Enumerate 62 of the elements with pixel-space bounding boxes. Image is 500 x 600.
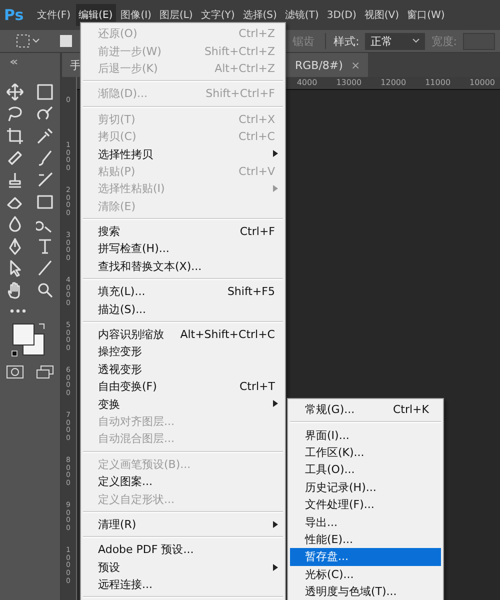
menu-item[interactable]: 光标(C)... [288, 566, 443, 583]
menu-item[interactable]: 变换 [81, 395, 285, 413]
menu-item[interactable]: 常规(G)... Ctrl+K [288, 401, 443, 418]
menu-item[interactable]: 描边(S)... [81, 300, 285, 318]
search-icon[interactable] [36, 281, 54, 299]
move-icon[interactable] [6, 83, 24, 101]
menu-item[interactable]: 自由变换(F) Ctrl+T [81, 378, 285, 396]
menu-item[interactable]: 定义图案... [81, 472, 285, 490]
quick-mask-icon[interactable] [6, 365, 24, 379]
menu-item[interactable]: 透明度与色域(T)... [288, 582, 443, 600]
menu-item[interactable]: 操控变形 [81, 343, 285, 361]
menu-item[interactable]: 文件(F) [34, 4, 74, 26]
menu-item[interactable]: 选择(S) [240, 4, 280, 26]
style-dropdown[interactable]: 正常 [365, 32, 426, 50]
menu-item[interactable]: 填充(L)... Shift+F5 [81, 283, 285, 300]
option-label: 样式: [334, 34, 360, 48]
crop-icon[interactable] [6, 127, 24, 145]
bandage-icon[interactable] [6, 149, 24, 167]
menu-item[interactable]: 暂存盘... [290, 548, 441, 566]
menu-item[interactable]: 工作区(K)... [288, 444, 443, 462]
menu-item[interactable]: 性能(E)... [288, 530, 443, 548]
menu-item[interactable]: 窗口(W) [404, 4, 448, 26]
menu-item[interactable]: 导出... [288, 513, 443, 531]
marquee-icon[interactable] [16, 34, 42, 48]
lasso-icon[interactable] [6, 105, 24, 123]
ruler-label: 13000 [336, 77, 362, 89]
app-logo: Ps [4, 6, 25, 24]
menu-item[interactable]: Adobe PDF 预设... [81, 541, 285, 559]
menu-item[interactable]: 3D(D) [324, 4, 360, 26]
ruler-label: 11000 [425, 77, 451, 89]
menu-item[interactable]: 文件处理(F)... [288, 496, 443, 514]
menu-item[interactable]: 界面(I)... [288, 426, 443, 444]
menu-item[interactable]: 查找和替换文本(X)... [81, 258, 285, 276]
screen-mode-icon[interactable] [36, 365, 54, 379]
menu-item[interactable]: 图层(L) [156, 4, 196, 26]
menu-item[interactable]: 远程连接... [81, 576, 285, 594]
menu-item[interactable]: 内容识别缩放 Alt+Shift+Ctrl+C [81, 326, 285, 344]
menu-item[interactable]: 选择性拷贝 [81, 145, 285, 163]
eyedropper-icon[interactable] [36, 127, 54, 145]
marquee-icon[interactable] [36, 83, 54, 101]
menu-item[interactable]: 清理(R) [81, 516, 285, 534]
collapse-icon[interactable] [10, 59, 18, 65]
menu-item[interactable]: 图像(I) [118, 4, 154, 26]
menu-item[interactable]: 透视变形 [81, 360, 285, 378]
menu-item[interactable]: 工具(O)... [288, 461, 443, 479]
brush-icon[interactable] [36, 149, 54, 167]
menu-item[interactable]: 视图(V) [361, 4, 402, 26]
line-icon[interactable] [36, 259, 54, 277]
more-tools-icon[interactable] [10, 309, 26, 313]
menu-item[interactable]: 文字(Y) [198, 4, 238, 26]
stamp-icon[interactable] [6, 171, 24, 189]
menu-item[interactable]: 预设 [81, 558, 285, 576]
chevron-down-icon [412, 38, 420, 44]
menu-item[interactable]: 滤镜(T) [282, 4, 322, 26]
menu-item[interactable]: 历史记录(H)... [288, 478, 443, 496]
ruler-label: 4000 [296, 77, 318, 89]
blur-icon[interactable] [6, 215, 24, 233]
menu-item[interactable]: 搜索 Ctrl+F [81, 222, 285, 240]
type-icon[interactable] [36, 237, 54, 255]
ruler-label: 10000 [470, 77, 495, 89]
ruler-label: 12000 [380, 77, 406, 89]
menu-item[interactable]: 拼写检查(H)... [81, 240, 285, 258]
